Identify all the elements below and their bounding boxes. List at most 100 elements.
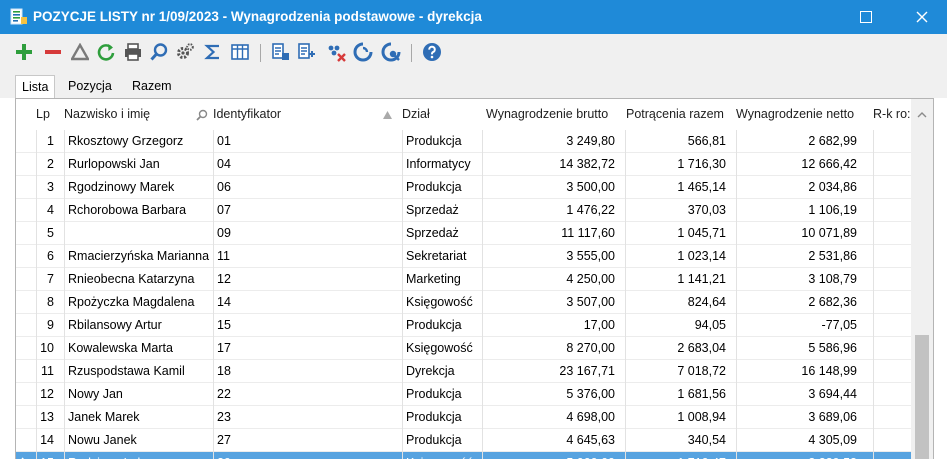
cell-deductions: 340,54	[687, 433, 726, 447]
table-row[interactable]: 5 09 Sprzedaż 11 117,60 1 045,71 10 071,89	[16, 222, 911, 245]
cell-deductions: 1 716,30	[677, 157, 726, 171]
maximize-button[interactable]	[843, 0, 889, 34]
list-doc-icon	[10, 8, 27, 25]
cell-id: 15	[217, 318, 231, 332]
cell-net: 1 106,19	[808, 203, 857, 217]
cell-net: 3 689,06	[808, 410, 857, 424]
table-row[interactable]: 7 Rnieobecna Katarzyna 12 Marketing 4 250,00…	[16, 268, 911, 291]
remove-items-button[interactable]	[325, 41, 347, 63]
import-icon	[272, 43, 289, 60]
tab-razem[interactable]: Razem	[126, 75, 178, 97]
refresh-icon	[97, 44, 115, 61]
cell-deductions: 1 008,94	[677, 410, 726, 424]
table-row[interactable]: 6 Rmacierzyńska Marianna 11 Sekretariat 3 55…	[16, 245, 911, 268]
close-button[interactable]	[899, 0, 945, 34]
table-row[interactable]: 14 Nowu Janek 27 Produkcja 4 645,63 340,54 4 3…	[16, 429, 911, 452]
cell-dept: Produkcja	[406, 410, 462, 424]
help-button[interactable]	[421, 41, 443, 63]
cell-dept: Dyrekcja	[406, 364, 455, 378]
table-row[interactable]: 8 Rpożyczka Magdalena 14 Księgowość 3 507,00…	[16, 291, 911, 314]
cell-gross: 14 382,72	[559, 157, 615, 171]
cell-lp: 5	[47, 226, 54, 240]
cell-lp: 4	[47, 203, 54, 217]
cell-gross: 23 167,71	[559, 364, 615, 378]
cell-id: 14	[217, 295, 231, 309]
cell-id: 06	[217, 180, 231, 194]
grid-header: Lp Nazwisko i imię Identyfikator Dział W…	[16, 99, 933, 130]
cell-name: Nowy Jan	[68, 387, 123, 401]
search-button[interactable]	[148, 41, 170, 63]
cell-id: 11	[217, 249, 230, 263]
table-row[interactable]: 9 Rbilansowy Artur 15 Produkcja 17,00 94,05 -7…	[16, 314, 911, 337]
column-divider	[873, 130, 874, 459]
column-header-id[interactable]: Identyfikator	[213, 99, 393, 130]
cell-net: -77,05	[821, 318, 857, 332]
table-row[interactable]: 3 Rgodzinowy Marek 06 Produkcja 3 500,00 1 46…	[16, 176, 911, 199]
table-row[interactable]: 10 Kowalewska Marta 17 Księgowość 8 270,00 2 …	[16, 337, 911, 360]
cell-name	[64, 222, 213, 245]
table-row[interactable]: 4 Rchorobowa Barbara 07 Sprzedaż 1 476,22 370…	[16, 199, 911, 222]
delete-button[interactable]	[42, 41, 64, 63]
people-remove-icon	[328, 45, 346, 62]
cell-id: 27	[217, 433, 231, 447]
column-header-gross[interactable]: Wynagrodzenie brutto	[482, 99, 626, 130]
column-header-net[interactable]: Wynagrodzenie netto	[736, 99, 874, 130]
column-header-dept[interactable]: Dział	[402, 99, 482, 130]
export-button[interactable]	[296, 41, 318, 63]
column-header-rk[interactable]: R-k ro:	[873, 99, 911, 130]
cell-name: Nowu Janek	[68, 433, 137, 447]
table-row[interactable]: 11 Rzuspodstawa Kamil 18 Dyrekcja 23 167,71 7…	[16, 360, 911, 383]
column-header-lp[interactable]: Lp	[36, 99, 64, 130]
table-row[interactable]: 2 Rurlopowski Jan 04 Informatycy 14 382,72 1 …	[16, 153, 911, 176]
cell-lp: 7	[47, 272, 54, 286]
export-icon	[298, 43, 315, 59]
warning-button[interactable]	[69, 41, 91, 63]
column-header-deductions[interactable]: Potrącenia razem	[626, 99, 736, 130]
triangle-icon	[71, 43, 89, 61]
columns-button[interactable]	[229, 41, 251, 63]
column-divider	[402, 130, 403, 459]
add-button[interactable]	[13, 41, 35, 63]
tab-lista[interactable]: Lista	[15, 75, 56, 98]
print-button[interactable]	[122, 41, 144, 63]
tab-pozycja[interactable]: Pozycja	[62, 75, 118, 97]
cell-lp: 2	[47, 157, 54, 171]
cell-dept: Sprzedaż	[406, 226, 459, 240]
scroll-up-icon[interactable]	[917, 111, 927, 118]
cell-net: 2 682,99	[808, 134, 857, 148]
recalculate-icon	[381, 42, 401, 62]
settings-button[interactable]	[174, 41, 196, 63]
cell-gross: 11 117,60	[561, 226, 615, 240]
cell-net: 4 305,09	[808, 433, 857, 447]
sum-button[interactable]	[202, 41, 224, 63]
column-divider	[36, 130, 37, 459]
scrollbar-thumb[interactable]	[915, 335, 929, 459]
cell-dept: Informatycy	[406, 157, 471, 171]
toolbar-separator	[411, 44, 412, 62]
recalculate-button[interactable]	[380, 41, 402, 63]
maximize-icon	[860, 11, 872, 23]
calculate-button[interactable]	[352, 41, 374, 63]
table-row[interactable]: 12 Nowy Jan 22 Produkcja 5 376,00 1 681,56 3 6…	[16, 383, 911, 406]
cell-net: 2 682,36	[808, 295, 857, 309]
table-row[interactable]: 13 Janek Marek 23 Produkcja 4 698,00 1 008,94…	[16, 406, 911, 429]
cell-rk	[873, 429, 911, 452]
column-header-name[interactable]: Nazwisko i imię	[64, 99, 194, 130]
cell-deductions: 1 465,14	[677, 180, 726, 194]
cell-id: 18	[217, 364, 231, 378]
cell-rk	[873, 199, 911, 222]
cell-dept: Produkcja	[406, 318, 462, 332]
vertical-scrollbar[interactable]	[911, 99, 933, 459]
cell-name: Rmacierzyńska Marianna	[68, 249, 210, 263]
cell-lp: 8	[47, 295, 54, 309]
cell-deductions: 370,03	[687, 203, 726, 217]
tab-strip: Lista Pozycja Razem	[0, 72, 947, 98]
refresh-button[interactable]	[95, 41, 117, 63]
plus-icon	[16, 44, 32, 60]
cell-name: Rgodzinowy Marek	[68, 180, 175, 194]
import-button[interactable]	[270, 41, 292, 63]
table-row[interactable]: 1 Rkosztowy Grzegorz 01 Produkcja 3 249,80 56…	[16, 130, 911, 153]
toolbar	[0, 34, 947, 72]
cell-deductions: 824,64	[687, 295, 726, 309]
cell-rk	[873, 176, 911, 199]
